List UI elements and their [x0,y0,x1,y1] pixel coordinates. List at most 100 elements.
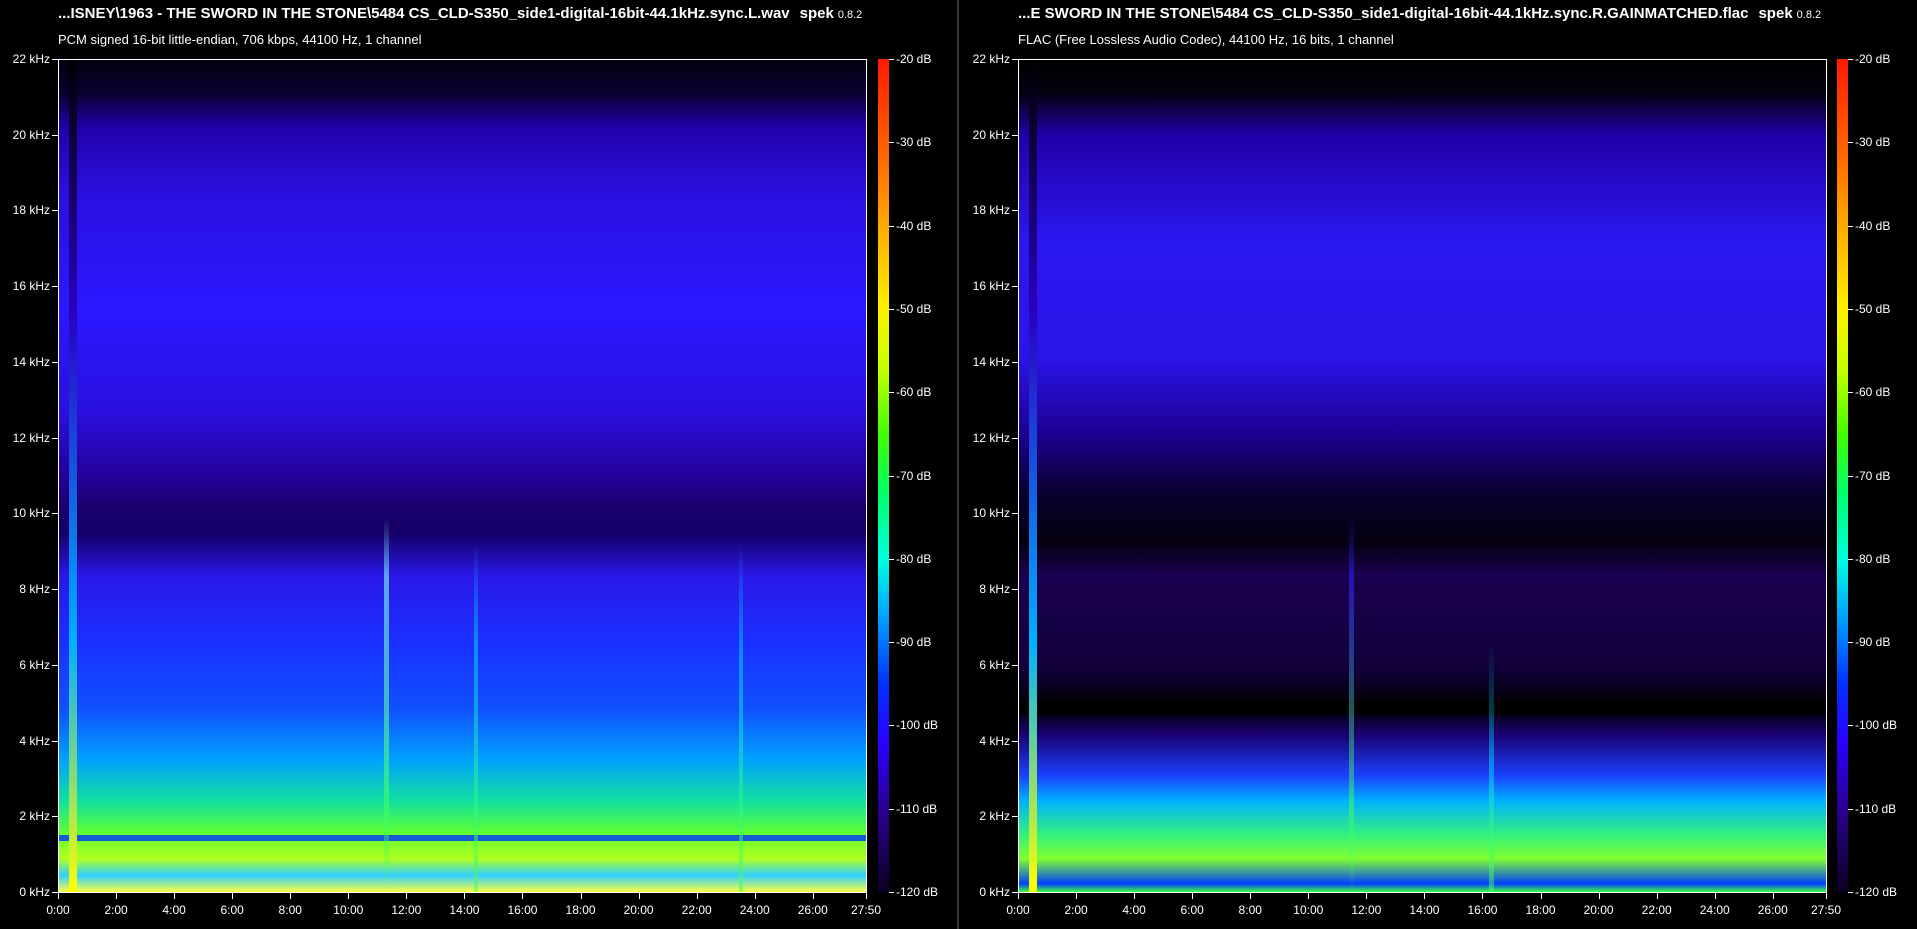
db-scale-tick [889,558,894,560]
x-axis-label: 6:00 [220,903,244,917]
y-axis-label: 22 kHz [972,52,1010,66]
db-scale-label: -60 dB [1855,385,1891,400]
y-axis-label: 4 kHz [19,733,50,748]
db-scale-label: -20 dB [896,52,932,66]
db-scale-label: -110 dB [1855,801,1897,816]
file-title: ...ISNEY\1963 - THE SWORD IN THE STONE\5… [58,5,862,22]
db-scale-tick [889,892,894,893]
x-axis-label: 22:00 [1641,903,1672,917]
x-axis-tick [638,893,640,899]
y-axis-tick [52,361,58,363]
x-axis-tick [290,893,292,899]
y-axis-label: 20 kHz [972,127,1010,142]
db-scale-label: -60 dB [896,385,932,400]
transient-stripe [1489,60,1494,892]
transient-stripe [474,60,478,892]
db-scale-label: -120 dB [1855,885,1898,899]
audio-format-info: PCM signed 16-bit little-endian, 706 kbp… [58,32,422,47]
spectrogram-image [59,60,866,892]
db-scale-tick [1848,725,1853,727]
db-scale-label: -70 dB [896,468,932,483]
db-scale-tick [1848,308,1853,310]
x-axis-tick [174,893,176,899]
x-axis-tick [232,893,234,899]
spectrogram-plot[interactable] [58,59,867,893]
x-axis-tick [1772,893,1774,899]
x-axis-label: 10:00 [1293,903,1324,917]
db-scale-tick [889,642,894,644]
app-name: spek [799,5,834,22]
y-axis-label: 18 kHz [972,203,1010,218]
y-axis-label: 12 kHz [12,430,50,445]
db-scale-tick [1848,892,1853,893]
x-axis-tick [1424,893,1426,899]
y-axis-tick [1012,589,1018,591]
x-axis-tick [1076,893,1078,899]
db-scale-label: -110 dB [896,801,938,816]
db-scale-label: -120 dB [896,885,939,899]
file-title: ...E SWORD IN THE STONE\5484 CS_CLD-S350… [1018,5,1821,22]
y-axis-label: 16 kHz [972,279,1010,294]
x-axis-tick [348,893,350,899]
x-axis-label: 2:00 [104,903,128,917]
spectrogram-window-left: ...ISNEY\1963 - THE SWORD IN THE STONE\5… [0,0,957,929]
app-version: 0.8.2 [837,9,863,21]
y-axis-label: 10 kHz [12,506,50,521]
x-axis-tick [1366,893,1368,899]
x-axis-label: 27:50 [1810,903,1842,917]
x-axis-label: 24:00 [739,903,770,917]
x-axis-tick [1482,893,1484,899]
x-axis-label: 4:00 [162,903,186,917]
db-scale-tick [889,725,894,727]
spectrogram-window-right: ...E SWORD IN THE STONE\5484 CS_CLD-S350… [959,0,1917,929]
x-axis-label: 14:00 [1409,903,1440,917]
app-version: 0.8.2 [1796,9,1822,21]
y-axis-label: 4 kHz [979,733,1010,748]
db-scale-tick [1848,392,1853,394]
db-scale-label: -30 dB [896,135,932,150]
y-axis-label: 10 kHz [972,506,1010,521]
db-scale-label: -40 dB [896,218,932,233]
x-axis-tick [406,893,408,899]
transient-stripe [1349,60,1354,892]
y-axis-tick [1012,664,1018,666]
y-axis-tick [52,740,58,742]
x-axis-tick [1598,893,1600,899]
file-path: ...E SWORD IN THE STONE\5484 CS_CLD-S350… [1018,5,1749,22]
db-scale-label: -30 dB [1855,135,1891,150]
y-axis-label: 0 kHz [19,885,50,899]
intro-stripe [69,60,77,892]
y-axis-label: 16 kHz [12,279,50,294]
x-axis-tick [754,893,756,899]
y-axis-label: 8 kHz [979,582,1010,597]
y-axis-tick [52,664,58,666]
x-axis-label: 10:00 [333,903,364,917]
x-axis-tick [812,893,814,899]
x-axis-tick [1308,893,1310,899]
x-axis-label: 18:00 [565,903,596,917]
spectrogram-plot[interactable] [1018,59,1827,893]
x-axis-tick [1540,893,1542,899]
hum-band [59,835,866,841]
x-axis-label: 26:00 [1757,903,1788,917]
y-axis-label: 2 kHz [979,809,1010,824]
db-scale-label: -100 dB [1855,718,1898,733]
x-axis-tick [1714,893,1716,899]
y-axis-label: 14 kHz [12,354,50,369]
db-scale-tick [1848,59,1853,60]
spectrogram-image [1019,60,1826,892]
x-axis-tick [58,893,59,899]
db-scale-tick [1848,808,1853,810]
x-axis-label: 0:00 [46,903,70,917]
audio-format-info: FLAC (Free Lossless Audio Codec), 44100 … [1018,32,1394,47]
x-axis-tick [1656,893,1658,899]
db-scale-label: -90 dB [1855,635,1891,650]
y-axis-label: 22 kHz [12,52,50,66]
y-axis-label: 8 kHz [19,582,50,597]
db-scale-label: -20 dB [1855,52,1891,66]
db-scale-label: -80 dB [896,551,932,566]
db-scale-label: -100 dB [896,718,939,733]
x-axis-tick [1192,893,1194,899]
db-scale-tick [889,59,894,60]
y-axis-label: 6 kHz [979,657,1010,672]
